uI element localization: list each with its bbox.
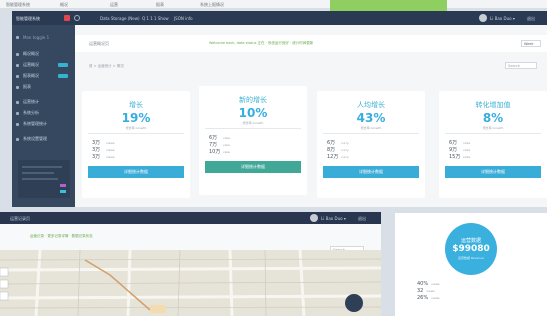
top-strip: 智能管理系统 概况 运营 报表 系统上报情况 xyxy=(0,0,547,9)
user-menu[interactable]: Li Bao Duo ▾ xyxy=(321,216,346,221)
exit-button[interactable]: 退出 xyxy=(358,216,366,222)
status-notice: 运营记录 · 更多记录详情 · 数据记录状态 xyxy=(30,234,93,238)
toolbar-item[interactable]: JSON info xyxy=(174,16,193,21)
sidebar-item[interactable]: 系统分析 xyxy=(16,109,72,117)
sidebar-item[interactable]: 报表 xyxy=(16,83,72,91)
card-subtitle: 增长率 Growth xyxy=(360,126,382,130)
home-icon xyxy=(16,52,19,56)
avatar[interactable] xyxy=(310,214,318,222)
sub-header: 运营概况页 Welcome back, data status 正在 · 系统运… xyxy=(75,35,547,52)
revenue-row: 40% views xyxy=(417,281,440,287)
revenue-row: 26% views xyxy=(417,295,440,301)
card-row: 9万 viola xyxy=(449,147,471,153)
lower-window: 运营记录页 Li Bao Duo ▾ 退出 运营记录 · 更多记录详情 · 数据… xyxy=(0,212,381,316)
card-row: 3万 views xyxy=(92,147,115,153)
map-view[interactable] xyxy=(0,250,381,316)
card-title: 转化增加值 xyxy=(475,101,511,109)
revenue-card: 运营数据 $99080 运营数据 Revenue 40% views 32 view… xyxy=(395,213,547,316)
details-button[interactable]: 详细统计数据 xyxy=(323,166,419,178)
card-row: 7万 view xyxy=(209,142,230,148)
details-button[interactable]: 详细统计数据 xyxy=(88,166,184,178)
card-row: 6万 curry xyxy=(327,140,349,146)
top-strip-item[interactable]: 概况 xyxy=(60,2,68,8)
card-title: 新的增长 xyxy=(239,96,267,104)
sidebar-toggle[interactable]: Mon toggle 1 xyxy=(16,33,72,41)
map-roads xyxy=(0,250,381,316)
status-notice: Welcome back, data status 正在 · 系统运行良好 · … xyxy=(209,41,314,45)
card-row: 3万 views xyxy=(92,154,115,160)
details-button[interactable]: 详细统计数据 xyxy=(205,161,301,173)
main-window: 智能管理系统 Data Storage (New) Q 1 1 1 Show J… xyxy=(12,11,547,207)
revenue-row: 32 views xyxy=(417,288,435,294)
chart-icon xyxy=(16,63,19,67)
revenue-value: $99080 xyxy=(452,244,490,254)
file-icon xyxy=(16,85,19,89)
card-percent: 8% xyxy=(482,111,504,125)
stat-card: 新的增长 10% 增长率 Growth 6万 view 7万 view 10万 vie… xyxy=(199,86,307,195)
sidebar-item[interactable]: 系统管理统计 xyxy=(16,120,72,128)
page-title: 运营概况页 xyxy=(89,41,109,46)
revenue-circle: 运营数据 $99080 运营数据 Revenue xyxy=(445,223,497,275)
exit-button[interactable]: 退出 xyxy=(527,16,535,22)
lower-navbar: 运营记录页 Li Bao Duo ▾ 退出 xyxy=(0,212,381,224)
breadcrumb: 首 > 运营统计 > 概况 xyxy=(89,64,124,68)
settings-icon xyxy=(16,137,19,141)
card-subtitle: 增长率 Growth xyxy=(242,121,264,125)
top-strip-item[interactable]: 系统上报情况 xyxy=(200,2,224,8)
top-navbar: 智能管理系统 Data Storage (New) Q 1 1 1 Show J… xyxy=(12,11,547,25)
sidebar-item[interactable]: 运营统计 xyxy=(16,98,72,106)
user-menu[interactable]: Li Bao Duo ▾ xyxy=(490,16,515,21)
stat-card: 人均增长 43% 增长率 Growth 6万 curry 8万 curry 12万 c… xyxy=(317,91,425,198)
card-title: 人均增长 xyxy=(357,101,385,109)
toolbar-item[interactable]: Q 1 1 1 Show xyxy=(142,16,169,21)
gear-icon[interactable] xyxy=(74,15,80,21)
sidebar-item[interactable]: 概况概况 xyxy=(16,50,72,58)
top-strip-item[interactable]: 运营 xyxy=(110,2,118,8)
notification-icon[interactable] xyxy=(64,15,70,21)
menu-icon xyxy=(16,35,19,39)
map-user-marker[interactable] xyxy=(345,294,363,312)
revenue-title: 运营数据 xyxy=(460,238,481,244)
revenue-subtitle: 运营数据 Revenue xyxy=(457,256,485,260)
card-subtitle: 增长率 Growth xyxy=(482,126,504,130)
card-row: 12万 curry xyxy=(327,154,349,160)
card-row: 10万 view xyxy=(209,149,230,155)
analysis-icon xyxy=(16,111,19,115)
sidebar-badge xyxy=(58,74,68,78)
stats-icon xyxy=(16,100,19,104)
top-strip-item[interactable]: 智能管理系统 xyxy=(6,2,30,8)
card-row: 8万 curry xyxy=(327,147,349,153)
toolbar-item[interactable]: Data Storage (New) xyxy=(100,16,140,21)
details-button[interactable]: 详细统计数据 xyxy=(445,166,541,178)
card-percent: 43% xyxy=(356,111,386,125)
card-row: 6万 viola xyxy=(449,140,471,146)
sidebar: Mon toggle 1 概况概况 运营概况 报表概况 报表 运营统计 系统分析… xyxy=(12,25,75,207)
lower-title: 运营记录页 xyxy=(10,216,30,221)
sidebar-item[interactable]: 系统设置管理 xyxy=(16,135,72,143)
stat-card: 转化增加值 8% 增长率 Growth 6万 viola 9万 viola 15万 v… xyxy=(439,91,547,198)
card-subtitle: 增长率 Growth xyxy=(125,126,147,130)
stat-card: 增长 19% 增长率 Growth 3万 views 3万 views 3万 view… xyxy=(82,91,190,198)
search-input[interactable]: Search xyxy=(505,62,537,69)
sidebar-item[interactable]: 报表概况 xyxy=(16,72,72,80)
card-title: 增长 xyxy=(129,101,143,109)
app-title: 智能管理系统 xyxy=(16,16,40,21)
avatar[interactable] xyxy=(479,14,487,22)
sidebar-badge xyxy=(58,63,68,67)
sidebar-item[interactable]: 运营概况 xyxy=(16,61,72,69)
sidebar-widget xyxy=(18,160,70,198)
period-dropdown[interactable]: Week xyxy=(521,40,541,47)
card-row: 15万 viola xyxy=(449,154,471,160)
card-row: 3万 views xyxy=(92,140,115,146)
card-percent: 10% xyxy=(238,106,268,120)
top-strip-item[interactable]: 报表 xyxy=(156,2,164,8)
card-percent: 19% xyxy=(121,111,151,125)
card-row: 6万 view xyxy=(209,135,230,141)
manage-icon xyxy=(16,122,19,126)
report-icon xyxy=(16,74,19,78)
